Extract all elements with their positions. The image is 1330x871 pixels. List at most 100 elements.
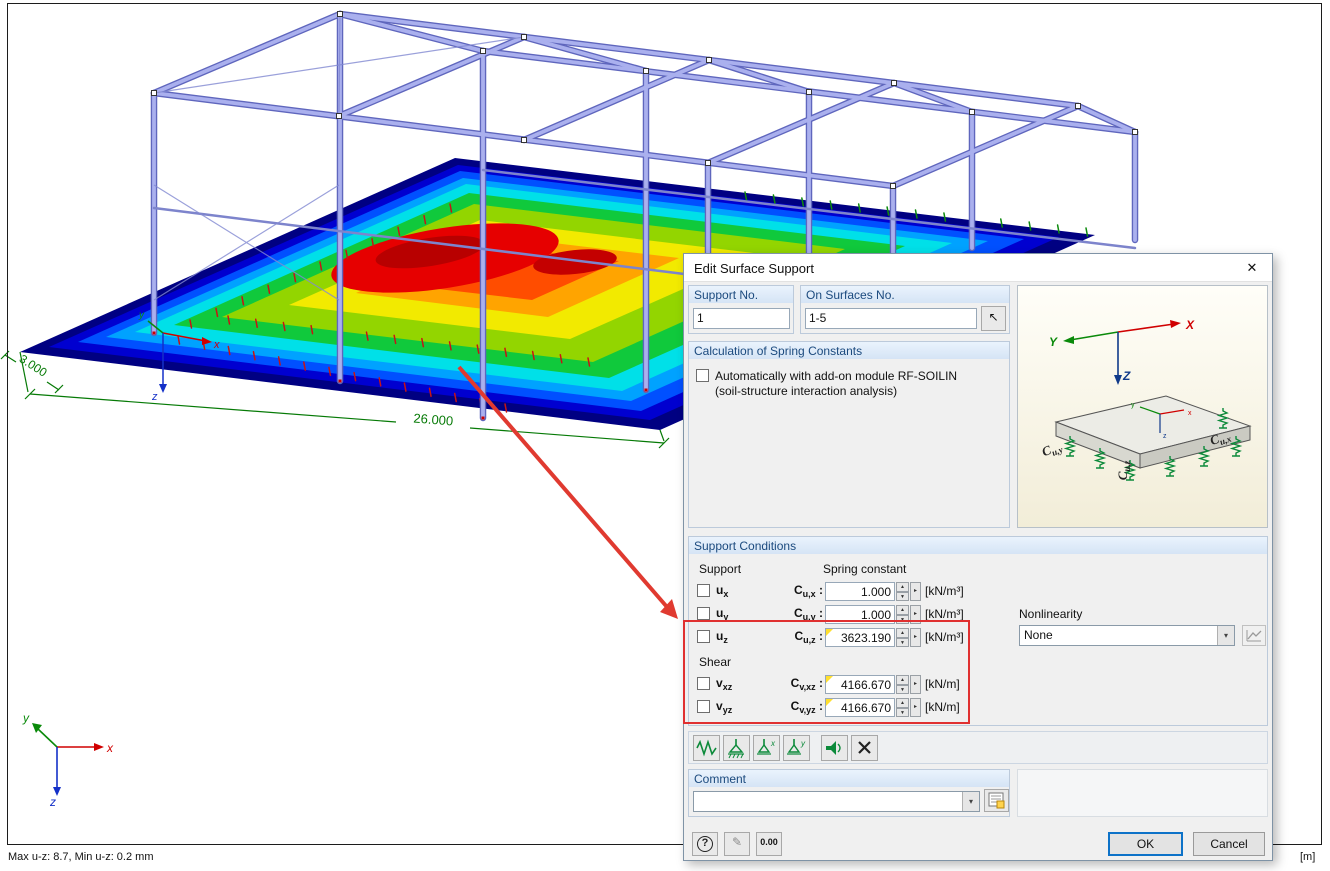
application-window: 26.000 3.000 x y z x y z Max u-z: 8.7, M… [0, 0, 1330, 871]
detail-button[interactable]: ▸ [910, 675, 921, 694]
nonlinearity-edit-button[interactable] [1242, 625, 1266, 646]
detail-button[interactable]: ▸ [910, 628, 921, 647]
dialog-titlebar[interactable]: Edit Surface Support ✕ [684, 254, 1272, 282]
status-minmax: Max u-z: 8.7, Min u-z: 0.2 mm [8, 851, 154, 863]
chevron-down-icon[interactable]: ▾ [1217, 626, 1234, 645]
svg-text:z: z [151, 391, 158, 403]
speaker-icon [826, 741, 841, 755]
svg-text:x: x [106, 741, 114, 755]
support-column-header: Support [699, 562, 742, 576]
support-conditions-caption: Support Conditions [689, 537, 1267, 554]
decimal-places-label: 0.00 [760, 837, 778, 847]
spinner-up-icon: ▲ [896, 605, 909, 615]
chevron-down-icon[interactable]: ▾ [962, 792, 979, 811]
uy-checkbox[interactable] [697, 607, 710, 620]
vxz-checkbox[interactable] [697, 677, 710, 690]
comment-group: Comment ▾ [688, 769, 1010, 817]
spinner[interactable]: ▲ ▼ [896, 698, 909, 717]
rf-soilin-checkbox[interactable] [696, 369, 709, 382]
vyz-checkbox[interactable] [697, 700, 710, 713]
svg-text:y: y [138, 310, 145, 321]
spinner-down-icon: ▼ [896, 637, 909, 647]
decimal-places-button[interactable]: 0.00 [756, 832, 782, 856]
spinner-down-icon: ▼ [896, 707, 909, 717]
spring-constant-header: Spring constant [823, 562, 907, 576]
side-panel [1017, 769, 1268, 817]
comment-caption: Comment [689, 770, 1009, 787]
edit-surface-support-dialog: Edit Surface Support ✕ Support No. 1 On … [683, 253, 1273, 861]
svg-text:Z: Z [1122, 369, 1131, 383]
support-preset-toolbar: x y [688, 731, 1268, 764]
speaker-button[interactable] [821, 735, 848, 761]
support-row-vyz: vyz Cv,yz : 4166.670 ▲ ▼ ▸ [kN/m] [697, 698, 1262, 718]
support-row-vxz: vxz Cv,xz : 4166.670 ▲ ▼ ▸ [kN/m] [697, 675, 1262, 695]
help-button[interactable]: ? [692, 832, 718, 856]
support-no-group: Support No. 1 [688, 285, 794, 334]
spinner[interactable]: ▲ ▼ [896, 605, 909, 624]
close-icon[interactable]: ✕ [1232, 254, 1272, 282]
svg-text:y: y [1131, 402, 1135, 409]
spring-value-field[interactable]: 1.000 [825, 605, 895, 624]
cuz-label: Cu,z [1115, 460, 1133, 481]
detail-button[interactable]: ▸ [910, 698, 921, 717]
preset-support-button[interactable] [723, 735, 750, 761]
dimension-26-label: 26.000 [413, 411, 454, 429]
unit-label: [kN/m³] [925, 607, 964, 621]
pick-cursor-icon: ↖ [988, 310, 999, 324]
support-diagram: X Y Z x y z [1049, 318, 1252, 481]
shear-label: Shear [699, 655, 732, 669]
unit-label: [kN/m] [925, 700, 960, 714]
on-surfaces-caption: On Surfaces No. [801, 286, 1009, 303]
svg-text:x: x [1188, 410, 1192, 417]
svg-text:x: x [213, 339, 220, 351]
on-surfaces-group: On Surfaces No. 1-5 ↖ [800, 285, 1010, 334]
help-icon: ? [697, 836, 713, 852]
spring-value-field[interactable]: 4166.670 [825, 675, 895, 694]
calc-spring-constants-group: Calculation of Spring Constants Automati… [688, 341, 1010, 528]
support-x-icon: x [757, 739, 776, 755]
spinner[interactable]: ▲ ▼ [896, 628, 909, 647]
spinner-up-icon: ▲ [896, 628, 909, 638]
pick-surfaces-button[interactable]: ↖ [981, 306, 1006, 331]
spring-value-field[interactable]: 4166.670 [825, 698, 895, 717]
on-surfaces-field[interactable]: 1-5 [805, 308, 977, 329]
comment-template-button[interactable] [984, 789, 1009, 812]
comment-dropdown[interactable]: ▾ [693, 791, 980, 812]
spinner-up-icon: ▲ [896, 675, 909, 685]
ok-button[interactable]: OK [1108, 832, 1183, 856]
spinner-down-icon: ▼ [896, 591, 909, 601]
spinner-up-icon: ▲ [896, 698, 909, 708]
detail-button[interactable]: ▸ [910, 605, 921, 624]
spring-value-field[interactable]: 3623.190 [825, 628, 895, 647]
notes-icon [988, 792, 1005, 809]
preset-support-x-button[interactable]: x [753, 735, 780, 761]
support-no-field[interactable]: 1 [693, 308, 790, 329]
preset-support-y-button[interactable]: y [783, 735, 810, 761]
rf-soilin-label-line1: Automatically with add-on module RF-SOIL… [715, 369, 958, 383]
preset-spring-button[interactable] [693, 735, 720, 761]
unit-label: [kN/m] [925, 677, 960, 691]
dialog-title: Edit Surface Support [694, 261, 814, 276]
status-units: [m] [1300, 851, 1316, 863]
svg-text:x: x [770, 739, 776, 748]
nonlinearity-dropdown[interactable]: None ▾ [1019, 625, 1235, 646]
unit-label: [kN/m³] [925, 630, 964, 644]
edit-mode-button[interactable]: ✎ [724, 832, 750, 856]
support-y-icon: y [787, 739, 806, 755]
spring-value-field[interactable]: 1.000 [825, 582, 895, 601]
detail-button[interactable]: ▸ [910, 582, 921, 601]
calc-caption: Calculation of Spring Constants [689, 342, 1009, 359]
spinner[interactable]: ▲ ▼ [896, 675, 909, 694]
support-icon [728, 739, 744, 759]
uz-checkbox[interactable] [697, 630, 710, 643]
spinner[interactable]: ▲ ▼ [896, 582, 909, 601]
svg-text:Y: Y [1049, 335, 1058, 349]
cancel-button[interactable]: Cancel [1193, 832, 1265, 856]
svg-text:X: X [1185, 318, 1195, 332]
svg-text:y: y [800, 739, 806, 748]
nonlinearity-label: Nonlinearity [1019, 607, 1083, 621]
ux-checkbox[interactable] [697, 584, 710, 597]
support-row-ux: ux Cu,x : 1.000 ▲ ▼ ▸ [kN/m³] [697, 582, 1262, 602]
spinner-down-icon: ▼ [896, 684, 909, 694]
delete-support-button[interactable] [851, 735, 878, 761]
